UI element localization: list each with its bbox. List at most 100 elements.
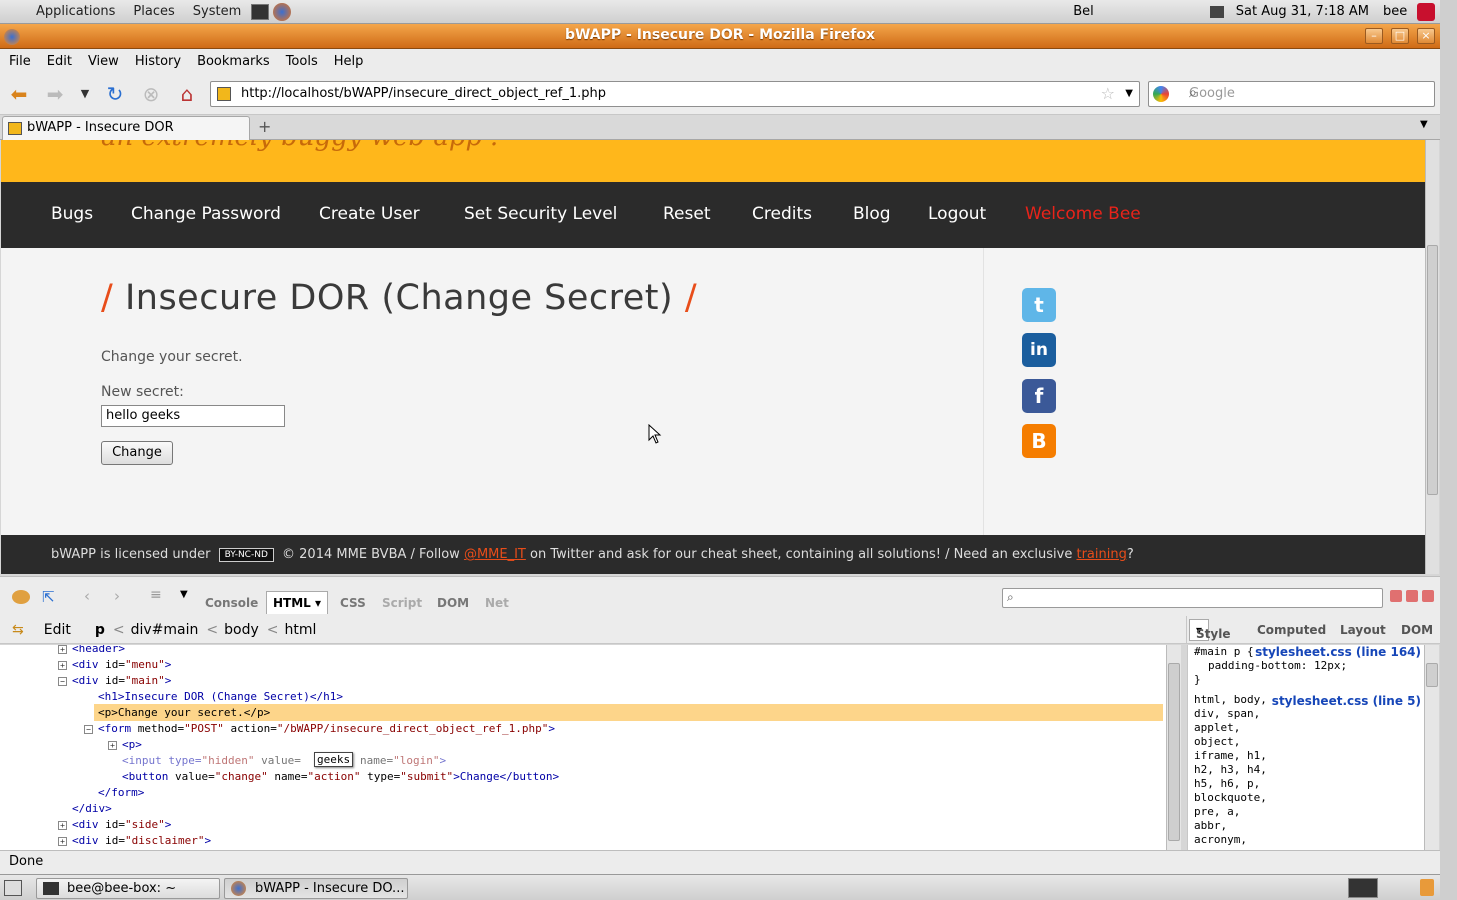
expand-icon[interactable]: + [58,660,67,670]
url-bar[interactable]: http://localhost/bWAPP/insecure_direct_o… [210,81,1140,107]
node-p-selected[interactable]: <p>Change your secret.</p> [98,705,270,721]
user-name[interactable]: bee [1383,4,1407,19]
network-icon[interactable] [1209,5,1224,18]
firebug-back-icon[interactable]: ‹ [84,587,90,605]
firebug-close-icon[interactable] [1422,590,1434,602]
edit-mode-icon[interactable]: ⇆ [12,622,24,638]
firebug-search-input[interactable]: ⌕ [1002,588,1383,608]
crumb-html[interactable]: html [285,622,317,638]
crumb-body[interactable]: body [224,622,259,638]
firebug-forward-icon[interactable]: › [114,587,120,605]
firebug-bug-icon[interactable] [12,590,30,604]
history-dropdown-icon[interactable]: ▼ [72,81,98,107]
rule-source-link[interactable]: stylesheet.css (line 5) [1272,694,1421,708]
html-scroll-thumb[interactable] [1168,663,1180,841]
bookmark-star-icon[interactable]: ☆ [1101,82,1115,106]
menu-edit[interactable]: Edit [46,54,73,69]
url-dropdown-icon[interactable]: ▼ [1125,82,1133,106]
places-menu[interactable]: Places [129,4,178,19]
tray-firefox-icon[interactable] [1348,878,1378,898]
twitter-handle-link[interactable]: @MME_IT [464,547,526,562]
page-scrollbar[interactable] [1425,140,1439,574]
stop-icon[interactable]: ⊗ [138,81,164,107]
expand-icon[interactable]: + [58,645,67,654]
node-h1[interactable]: <h1>Insecure DOR (Change Secret)</h1> [98,689,343,705]
menu-history[interactable]: History [134,54,182,69]
menu-tools[interactable]: Tools [285,54,319,69]
attr-edit-input[interactable]: geeks [314,752,354,767]
home-icon[interactable]: ⌂ [174,81,200,107]
close-window-button[interactable]: × [1417,28,1435,44]
menu-link-logout[interactable]: Logout [928,204,986,224]
taskbar-terminal[interactable]: bee@bee-box: ~ [36,878,220,899]
new-secret-input[interactable]: hello geeks [101,405,285,427]
twitter-icon[interactable]: t [1022,288,1056,322]
tab-bwapp[interactable]: bWAPP - Insecure DOR [2,116,250,141]
attr-edit-field[interactable]: geeks [314,752,354,768]
crumb-p[interactable]: p [95,622,105,638]
firebug-tab-html[interactable]: HTML ▾ [266,591,329,614]
menu-view[interactable]: View [87,54,120,69]
node-div-main[interactable]: − <div id="main"> [58,673,171,689]
expand-icon[interactable]: + [58,820,67,830]
minimize-button[interactable]: – [1365,28,1383,44]
terminal-launcher-icon[interactable] [251,3,270,20]
rule-source-link[interactable]: stylesheet.css (line 164) [1255,645,1421,659]
firebug-menu-icon[interactable]: ▼ [180,589,188,600]
node-form[interactable]: − <form method="POST" action="/bWAPP/inse… [84,721,555,737]
menu-link-create-user[interactable]: Create User [319,204,420,224]
style-scroll-thumb[interactable] [1426,663,1438,687]
rule-property[interactable]: padding-bottom: 12px; [1208,659,1347,673]
menu-link-blog[interactable]: Blog [853,204,891,224]
training-link[interactable]: training [1076,547,1126,562]
search-engine-icon[interactable] [1153,86,1169,102]
node-header[interactable]: + <header> [58,645,125,657]
search-box[interactable]: Google ⌕ [1148,81,1435,107]
node-div-side[interactable]: + <div id="side"> [58,817,171,833]
side-tab-style[interactable]: Style ▾ [1189,619,1230,641]
maximize-button[interactable]: □ [1391,28,1409,44]
facebook-icon[interactable]: f [1022,379,1056,413]
new-tab-icon[interactable]: + [258,117,271,136]
firebug-tab-script[interactable]: Script [382,596,422,610]
reload-icon[interactable]: ↻ [102,81,128,107]
tab-list-icon[interactable]: ▼ [1420,119,1428,130]
firebug-tab-console[interactable]: Console [205,596,258,610]
menu-link-set-security-level[interactable]: Set Security Level [464,204,617,224]
trash-icon[interactable] [1420,879,1434,896]
search-magnifier-icon[interactable]: ⌕ [1189,85,1430,101]
node-div-disclaimer[interactable]: + <div id="disclaimer"> [58,833,211,849]
firebug-detach-icon[interactable] [1406,590,1418,602]
menu-help[interactable]: Help [333,54,365,69]
show-desktop-icon[interactable] [4,880,22,896]
inspect-element-icon[interactable]: ⇱ [42,588,55,606]
collapse-icon[interactable]: − [58,676,67,686]
node-form-p[interactable]: + <p> [108,737,142,753]
node-div-menu[interactable]: + <div id="menu"> [58,657,171,673]
blogger-icon[interactable]: B [1022,424,1056,458]
menu-link-credits[interactable]: Credits [752,204,812,224]
shutdown-icon[interactable] [1417,2,1436,21]
firebug-list-icon[interactable]: ≡ [150,587,162,603]
system-menu[interactable]: System [189,4,245,19]
expand-icon[interactable]: + [108,740,117,750]
expand-icon[interactable]: + [58,836,67,846]
side-tab-layout[interactable]: Layout [1340,623,1386,637]
node-button[interactable]: <button value="change" name="action" typ… [122,769,559,785]
edit-button[interactable]: Edit [44,622,71,638]
side-tab-dom[interactable]: DOM [1401,623,1433,637]
html-pane-scrollbar[interactable] [1166,645,1181,850]
firefox-launcher-icon[interactable] [273,2,292,21]
change-button[interactable]: Change [101,441,173,465]
page-scroll-thumb[interactable] [1427,245,1438,495]
collapse-icon[interactable]: − [84,724,93,734]
clock[interactable]: Sat Aug 31, 7:18 AM [1236,4,1369,19]
node-input-hidden[interactable]: <input type="hidden" value= [122,753,301,769]
menu-bookmarks[interactable]: Bookmarks [196,54,271,69]
applications-menu[interactable]: Applications [32,4,119,19]
cc-badge[interactable]: BY-NC-ND [218,547,274,562]
linkedin-icon[interactable]: in [1022,333,1056,367]
keyboard-layout[interactable]: Bel [1073,4,1094,19]
style-pane-scrollbar[interactable] [1424,645,1439,850]
menu-link-bugs[interactable]: Bugs [51,204,93,224]
